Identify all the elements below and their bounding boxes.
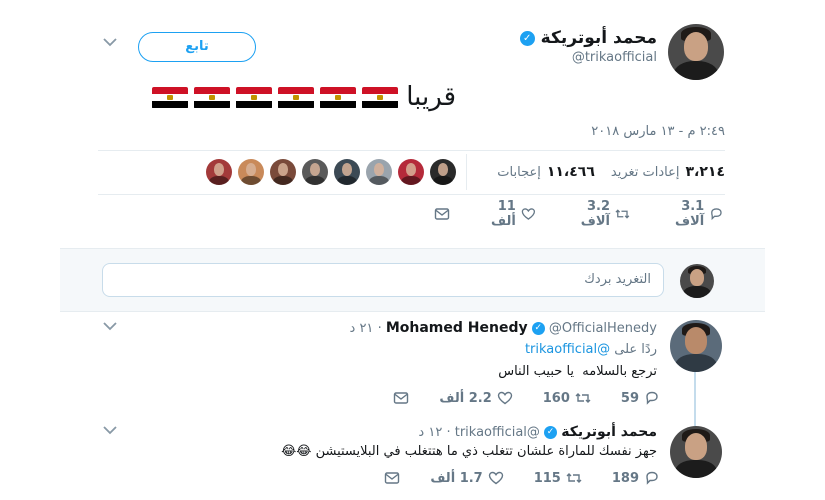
author-handle[interactable]: @trikaofficial — [572, 50, 657, 65]
reply-tweet[interactable]: Mohamed Henedy ✓ @OfficialHenedy · ٢١ د … — [60, 312, 765, 414]
reply-icon — [711, 208, 722, 221]
reply-icon — [646, 391, 658, 405]
like-action[interactable]: 2.2 ألف — [439, 390, 512, 406]
main-tweet: محمد أبوتريكة ✓ @trikaofficial تابع قريب… — [60, 0, 765, 240]
egypt-flag-icon — [319, 86, 356, 109]
verified-badge-icon: ✓ — [544, 426, 558, 439]
reply-text: ترجع بالسلامه يا حبيب الناس — [498, 364, 657, 379]
tweet-menu-chevron-icon[interactable] — [102, 36, 118, 52]
verified-badge-icon: ✓ — [519, 30, 535, 46]
follow-button[interactable]: تابع — [138, 32, 256, 62]
reply-menu-chevron-icon[interactable] — [102, 320, 118, 336]
reply-text: جهز نفسك للماراة علشان تتغلب ذي ما هتتغل… — [281, 444, 657, 459]
reply-avatar[interactable] — [670, 320, 722, 372]
likers-avatars — [166, 159, 456, 185]
envelope-icon — [385, 472, 400, 484]
retweet-icon — [615, 209, 630, 219]
replying-to: ردًا على @trikaofficial — [524, 342, 657, 357]
reply-action[interactable]: 189 — [612, 470, 660, 486]
likes-count[interactable]: ١١،٤٦٦ — [547, 164, 595, 180]
reply-input-placeholder: التغريد بردك — [584, 272, 651, 287]
reply-tweet[interactable]: محمد أبوتريكة ✓ @trikaofficial · ١٢ د جه… — [60, 414, 765, 500]
egypt-flag-icon — [235, 86, 272, 109]
retweets-count[interactable]: ٣،٢١٤ — [686, 164, 726, 180]
reply-action[interactable]: 3.1 آلاف — [652, 199, 724, 229]
egypt-flag-icon — [151, 86, 188, 109]
reply-compose-area: التغريد بردك — [60, 248, 765, 312]
author-name-row[interactable]: محمد أبوتريكة ✓ — [519, 28, 657, 48]
reply-actions: 189 115 1.7 ألف — [366, 470, 660, 486]
reply-header: محمد أبوتريكة ✓ @trikaofficial · ١٢ د — [418, 424, 657, 440]
liker-avatar[interactable] — [334, 159, 360, 185]
egypt-flag-icon — [193, 86, 230, 109]
verified-badge-icon: ✓ — [531, 322, 545, 335]
retweet-icon — [566, 473, 582, 483]
heart-icon — [521, 208, 535, 220]
egypt-flags — [146, 82, 398, 112]
tweet-text-content: قريبا — [406, 82, 456, 112]
retweet-action[interactable]: 160 — [543, 390, 591, 406]
reply-actions: 59 160 2.2 ألف — [366, 390, 660, 406]
message-action[interactable] — [393, 390, 409, 406]
reply-avatar[interactable] — [670, 426, 722, 478]
envelope-icon — [394, 392, 409, 404]
tweet-actions: 3.1 آلاف 3.2 آلاف 11 ألف — [434, 199, 724, 229]
reply-menu-chevron-icon[interactable] — [102, 424, 118, 440]
message-action[interactable] — [384, 470, 400, 486]
envelope-icon — [434, 208, 450, 220]
author-avatar[interactable] — [668, 24, 724, 80]
like-action[interactable]: 11 ألف — [472, 199, 536, 229]
reply-time[interactable]: ٢١ د — [350, 321, 374, 336]
reply-author-handle[interactable]: @OfficialHenedy — [549, 321, 657, 336]
egypt-flag-icon — [277, 86, 314, 109]
liker-avatar[interactable] — [366, 159, 392, 185]
current-user-avatar — [680, 264, 714, 298]
like-action[interactable]: 1.7 ألف — [430, 470, 503, 486]
liker-avatar[interactable] — [270, 159, 296, 185]
reply-icon — [646, 471, 658, 485]
replying-to-handle[interactable]: @trikaofficial — [525, 342, 610, 357]
liker-avatar[interactable] — [430, 159, 456, 185]
reply-input[interactable]: التغريد بردك — [102, 263, 664, 297]
liker-avatar[interactable] — [302, 159, 328, 185]
liker-avatar[interactable] — [238, 159, 264, 185]
heart-icon — [497, 391, 512, 405]
retweets-label[interactable]: إعادات تغريد — [611, 165, 680, 180]
reply-author-name[interactable]: Mohamed Henedy — [386, 320, 528, 336]
tweet-text: قريبا — [96, 82, 456, 116]
retweet-icon — [575, 393, 591, 403]
reply-action[interactable]: 59 — [621, 390, 660, 406]
author-name: محمد أبوتريكة — [540, 28, 657, 48]
reply-author-handle[interactable]: @trikaofficial — [455, 425, 540, 440]
likes-label[interactable]: إعجابات — [497, 165, 541, 180]
message-action[interactable] — [434, 204, 450, 224]
liker-avatar[interactable] — [206, 159, 232, 185]
reply-author-name[interactable]: محمد أبوتريكة — [561, 424, 657, 440]
retweet-action[interactable]: 3.2 آلاف — [558, 199, 630, 229]
reply-header: Mohamed Henedy ✓ @OfficialHenedy · ٢١ د — [349, 320, 657, 336]
retweet-action[interactable]: 115 — [534, 470, 582, 486]
reply-time[interactable]: ١٢ د — [418, 425, 442, 440]
heart-icon — [488, 471, 503, 485]
liker-avatar[interactable] — [398, 159, 424, 185]
stats-row: ٣،٢١٤ إعادات تغريد ١١،٤٦٦ إعجابات — [497, 160, 725, 184]
tweet-timestamp[interactable]: ٢:٤٩ م - ١٣ مارس ٢٠١٨ — [591, 124, 725, 139]
egypt-flag-icon — [361, 86, 398, 109]
